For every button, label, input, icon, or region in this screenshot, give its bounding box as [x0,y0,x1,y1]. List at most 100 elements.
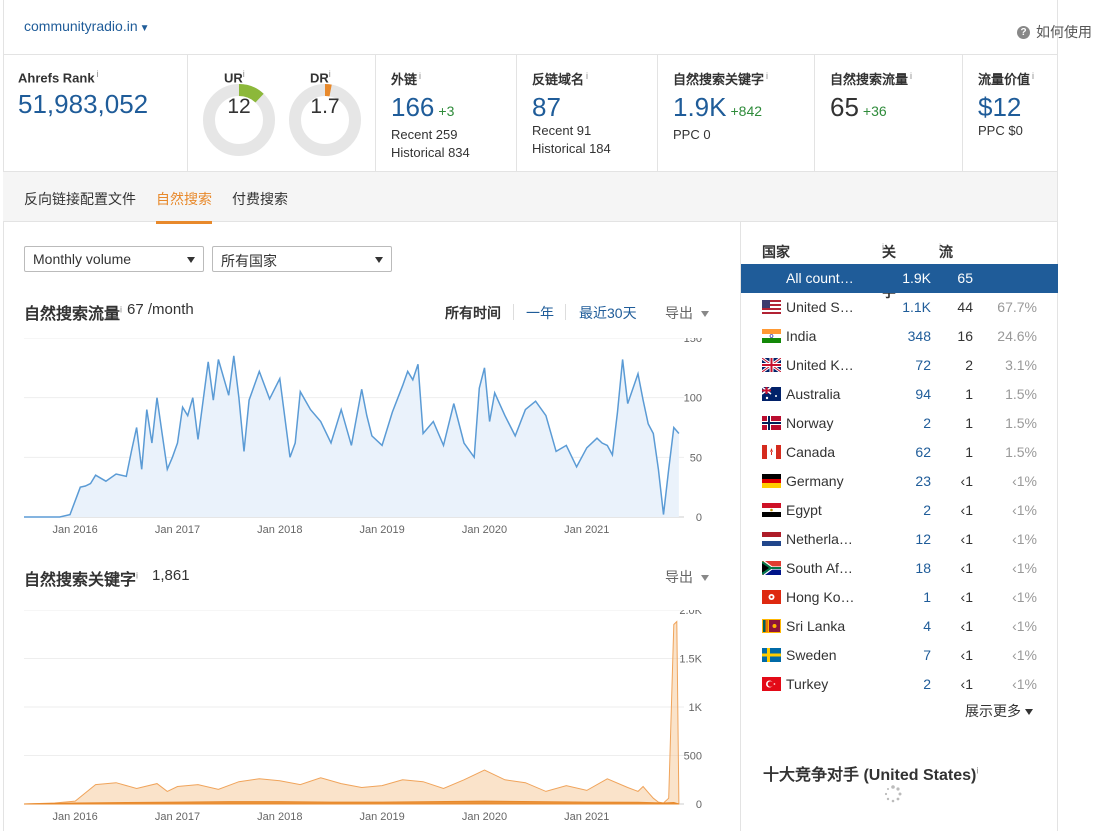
country-row[interactable]: Hong Ko… 1 ‹1 ‹1% [741,583,1058,612]
x-tick-label: Jan 2016 [53,524,98,536]
y-tick-label: 50 [690,452,702,464]
lk-flag-icon [762,619,781,633]
country-keywords[interactable]: 1 [923,589,931,605]
show-more-button[interactable]: 展示更多 [965,701,1033,721]
x-tick-label: Jan 2016 [53,811,98,823]
country-row[interactable]: Netherla… 12 ‹1 ‹1% [741,525,1058,554]
country-keywords[interactable]: 12 [915,531,931,547]
tr-flag-icon [762,677,781,691]
traffic-title-text: 自然搜索流量 [24,306,121,323]
help-link[interactable]: ? 如何使用 [1017,22,1092,42]
country-select[interactable]: 所有国家 [212,246,392,272]
country-traffic: ‹1 [960,502,973,518]
country-keywords[interactable]: 2 [923,676,931,692]
range-all-time[interactable]: 所有时间 [445,303,501,323]
country-keywords[interactable]: 4 [923,618,931,634]
country-keywords[interactable]: 2 [923,502,931,518]
country-row[interactable]: Sweden 7 ‹1 ‹1% [741,641,1058,670]
keywords-chart: 2.0K 1.5K 1K 500 0 Jan 2016 Jan 2017 Jan 2018 Ja… [24,610,703,823]
country-keywords[interactable]: 2 [923,415,931,431]
metric-backlinks: 外链 i 166 +3 Recent 259 Historical 834 [376,55,517,171]
country-row[interactable]: Germany 23 ‹1 ‹1% [741,467,1058,496]
country-traffic-share: ‹1% [1012,531,1037,547]
y-tick-label: 2.0K [679,610,702,617]
range-last-30-days[interactable]: 最近30天 [579,303,637,323]
metric-delta: +842 [730,103,763,119]
country-name: United K… [786,357,854,373]
volume-select[interactable]: Monthly volume [24,246,204,272]
dr-value: 1.7 [310,95,340,118]
chevron-down-icon [701,311,709,318]
range-one-year[interactable]: 一年 [526,303,554,323]
chevron-down-icon [701,575,709,582]
country-name: Australia [786,386,841,402]
info-icon[interactable]: i [766,71,768,81]
metric-label: Ahrefs Rank [18,70,95,86]
country-row[interactable]: Norway 2 1 1.5% [741,409,1058,438]
country-row[interactable]: Turkey 2 ‹1 ‹1% [741,670,1058,699]
country-keywords[interactable]: 1.9K [902,270,931,286]
country-name: Egypt [786,502,822,518]
country-keywords[interactable]: 72 [915,357,931,373]
country-name: Hong Ko… [786,589,855,605]
country-name: India [786,328,817,344]
country-traffic: ‹1 [960,676,973,692]
country-row[interactable]: Canada 62 1 1.5% [741,438,1058,467]
metrics-bar: Ahrefs Rank i 51,983,052 URi 12 DRi 1.7 外… [3,54,1057,171]
info-icon[interactable]: i [329,69,331,79]
traffic-chart: 150 100 50 0 Jan 2016 Jan 2017 Jan 2018 Jan 201… [24,338,702,536]
country-traffic-share: ‹1% [1012,676,1037,692]
info-icon[interactable]: i [910,71,912,81]
info-icon[interactable]: i [1032,71,1034,81]
x-tick-label: Jan 2020 [462,811,507,823]
country-row[interactable]: All count… 1.9K 65 [741,264,1058,293]
info-icon[interactable]: i [243,69,245,79]
country-keywords[interactable]: 7 [923,647,931,663]
country-row[interactable]: Egypt 2 ‹1 ‹1% [741,496,1058,525]
country-row[interactable]: Australia 94 1 1.5% [741,380,1058,409]
keywords-export-button[interactable]: 导出 [665,567,709,587]
country-row[interactable]: India 348 16 24.6% [741,322,1058,351]
country-name: Turkey [786,676,829,692]
country-keywords[interactable]: 348 [908,328,931,344]
tab-paid-search[interactable]: 付费搜索 [232,189,288,209]
info-icon[interactable]: i [136,571,138,581]
volume-select-value: Monthly volume [33,251,132,267]
country-keywords[interactable]: 62 [915,444,931,460]
info-icon[interactable]: i [586,71,588,81]
country-keywords[interactable]: 94 [915,386,931,402]
metric-value[interactable]: $12 [978,92,1057,122]
metric-value[interactable]: 87 [532,92,657,122]
tab-organic-search[interactable]: 自然搜索 [156,189,212,224]
country-traffic-share: 3.1% [1005,357,1037,373]
info-icon[interactable]: i [120,305,122,315]
metric-value[interactable]: 1.9K [673,92,727,122]
info-icon[interactable]: i [976,766,978,776]
domain-selector[interactable]: communityradio.in ▼ [24,18,150,34]
section-tabs: 反向链接配置文件 自然搜索 付费搜索 [3,171,1057,224]
tab-backlink-profile[interactable]: 反向链接配置文件 [24,189,136,209]
country-row[interactable]: United K… 72 2 3.1% [741,351,1058,380]
country-row[interactable]: Sri Lanka 4 ‹1 ‹1% [741,612,1058,641]
se-flag-icon [762,648,781,662]
country-keywords[interactable]: 1.1K [902,299,931,315]
country-row[interactable]: United S… 1.1K 44 67.7% [741,293,1058,322]
y-tick-label: 0 [696,512,702,524]
country-row[interactable]: South Af… 18 ‹1 ‹1% [741,554,1058,583]
info-icon[interactable]: i [419,71,421,81]
country-keywords[interactable]: 23 [915,473,931,489]
col-country[interactable]: 国家 [762,242,790,262]
info-icon[interactable]: i [97,69,99,79]
traffic-export-button[interactable]: 导出 [665,303,709,323]
metric-label: 流量价值 [978,72,1031,87]
metric-traffic-value: 流量价值 i $12 PPC $0 [963,55,1057,171]
metric-value: 51,983,052 [18,89,149,120]
country-traffic-share: ‹1% [1012,473,1037,489]
metric-value[interactable]: 166 [391,92,434,122]
country-traffic-share: ‹1% [1012,502,1037,518]
divider [565,304,566,320]
country-keywords[interactable]: 18 [915,560,931,576]
eg-flag-icon [762,503,781,517]
country-table-header: 国家 关键字i 流量i [741,242,1058,300]
metric-recent: Recent 259 [391,127,458,142]
